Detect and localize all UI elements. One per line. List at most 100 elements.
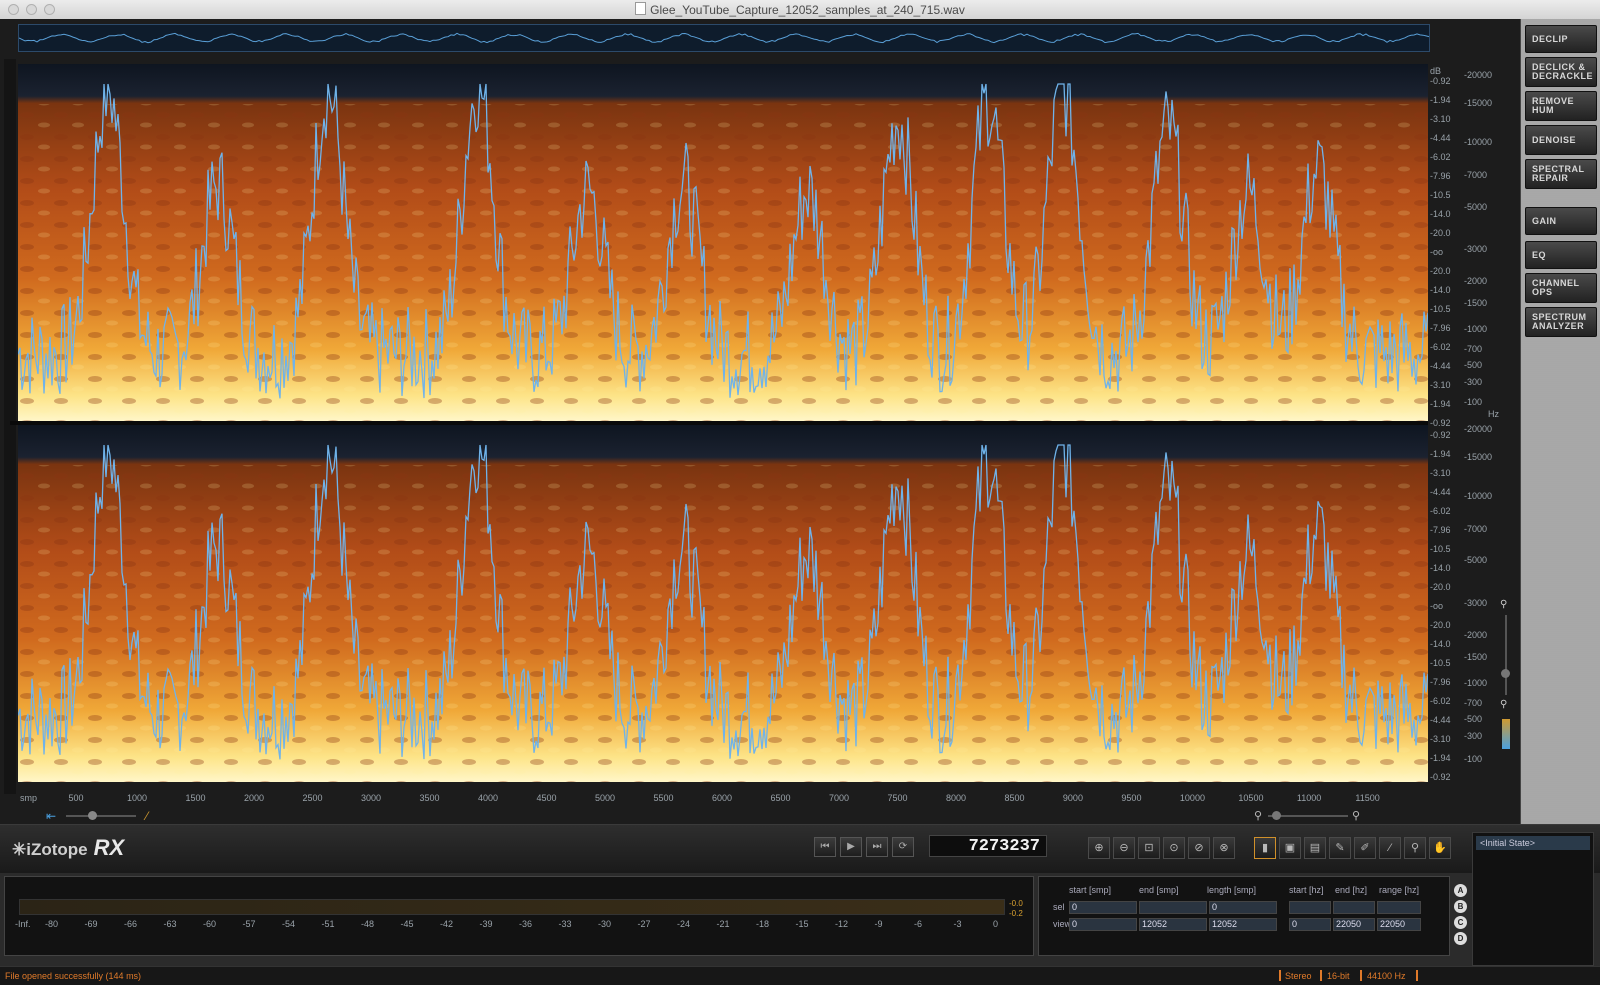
- hz-tick: -700: [1464, 698, 1483, 708]
- zoom-slider-handle[interactable]: [88, 811, 97, 820]
- x-axis-tick: 4500: [536, 793, 557, 803]
- zoom-freq-tool-icon[interactable]: ⊗: [1213, 837, 1235, 859]
- db-tick: -6.02: [1430, 152, 1451, 162]
- snapshot-b-button[interactable]: B: [1454, 900, 1467, 913]
- sel-cell[interactable]: [1139, 901, 1207, 914]
- meter-scale-tick: -39: [479, 919, 493, 929]
- zoom-in-horizontal-icon[interactable]: ⚲: [1352, 809, 1360, 822]
- meter-scale-tick: -6: [914, 919, 923, 929]
- hz-tick: -500: [1464, 714, 1483, 724]
- snapshot-buttons: A B C D: [1454, 884, 1468, 948]
- play-button[interactable]: ▶: [840, 837, 862, 857]
- view-cell[interactable]: 0: [1289, 918, 1331, 931]
- x-axis-tick: 5000: [594, 793, 615, 803]
- spectrogram-channel-right[interactable]: [18, 425, 1428, 782]
- meter-scale-tick: -Inf.: [15, 919, 31, 929]
- gain-button[interactable]: GAIN: [1525, 207, 1597, 235]
- db-tick: -20.0: [1430, 228, 1451, 238]
- history-panel: <Initial State>: [1472, 832, 1594, 966]
- hz-tick: -10000: [1464, 137, 1493, 147]
- hand-tool-icon[interactable]: ✋: [1429, 837, 1451, 859]
- header-end-smp: end [smp]: [1139, 885, 1179, 895]
- snapshot-d-button[interactable]: D: [1454, 932, 1467, 945]
- play-selection-button[interactable]: ⏭: [866, 837, 888, 857]
- meter-scale-tick: -60: [203, 919, 217, 929]
- peak-top: -0.0: [1009, 899, 1023, 908]
- scroll-left-icon[interactable]: ⇤: [46, 809, 56, 823]
- hz-tick: -300: [1464, 377, 1483, 387]
- db-tick: -3.10: [1430, 380, 1451, 390]
- view-cell[interactable]: 0: [1069, 918, 1137, 931]
- channel-ops-button[interactable]: CHANNEL OPS: [1525, 273, 1597, 303]
- view-cell[interactable]: 12052: [1209, 918, 1277, 931]
- channel-gutter[interactable]: [4, 59, 16, 794]
- brush-tool-icon[interactable]: ✐: [1354, 837, 1376, 859]
- zoom-out-tool-icon[interactable]: ⊖: [1113, 837, 1135, 859]
- wand-tool-icon[interactable]: ⁄: [1379, 837, 1401, 859]
- hz-tick: -100: [1464, 754, 1483, 764]
- db-tick: -4.44: [1430, 361, 1451, 371]
- meter-scale: -Inf. -80 -69 -66 -63 -60 -57 -54 -51 -48 -45 -42 -3…: [15, 919, 1005, 931]
- declip-button[interactable]: DECLIP: [1525, 25, 1597, 53]
- sel-cell[interactable]: [1333, 901, 1375, 914]
- skip-back-button[interactable]: ⏮: [814, 837, 836, 857]
- db-tick: -14.0: [1430, 285, 1451, 295]
- denoise-button[interactable]: DENOISE: [1525, 125, 1597, 155]
- eq-button[interactable]: EQ: [1525, 241, 1597, 269]
- declick-decrackle-button[interactable]: DECLICK & DECRACKLE: [1525, 57, 1597, 87]
- freq-select-tool-icon[interactable]: ▤: [1304, 837, 1326, 859]
- lasso-tool-icon[interactable]: ✎: [1329, 837, 1351, 859]
- color-range-icon[interactable]: [1502, 719, 1510, 749]
- db-tick: -3.10: [1430, 468, 1451, 478]
- meter-scale-tick: -54: [282, 919, 296, 929]
- db-tick: -1.94: [1430, 449, 1451, 459]
- sel-cell[interactable]: 0: [1209, 901, 1277, 914]
- loop-button[interactable]: ⟳: [892, 837, 914, 857]
- logo-star-icon: ✳: [12, 840, 27, 859]
- spectrogram-channel-left[interactable]: [18, 64, 1428, 421]
- x-axis-tick: 7000: [828, 793, 849, 803]
- vertical-zoom-out-icon[interactable]: ⚲: [1500, 699, 1507, 710]
- meter-scale-tick: -9: [874, 919, 883, 929]
- view-cell[interactable]: 22050: [1377, 918, 1421, 931]
- db-tick: -10.5: [1430, 190, 1451, 200]
- db-tick: -oo: [1430, 247, 1444, 257]
- sel-cell[interactable]: [1377, 901, 1421, 914]
- vertical-zoom-handle[interactable]: [1501, 669, 1510, 678]
- x-axis-tick: 8000: [945, 793, 966, 803]
- meter-scale-tick: -27: [637, 919, 651, 929]
- zoom-in-tool-icon[interactable]: ⊕: [1088, 837, 1110, 859]
- time-select-tool-icon[interactable]: ▮: [1254, 837, 1276, 859]
- sel-cell[interactable]: 0: [1069, 901, 1137, 914]
- magnify-tool-icon[interactable]: ⚲: [1404, 837, 1426, 859]
- zoom-out-horizontal-icon[interactable]: ⚲: [1254, 809, 1262, 822]
- snapshot-a-button[interactable]: A: [1454, 884, 1467, 897]
- remove-hum-button[interactable]: REMOVE HUM: [1525, 91, 1597, 121]
- waveform-overview[interactable]: [18, 24, 1430, 52]
- hz-tick: -2000: [1464, 630, 1488, 640]
- spectrum-analyzer-button[interactable]: SPECTRUM ANALYZER: [1525, 307, 1597, 337]
- zoom-fit-tool-icon[interactable]: ⊡: [1138, 837, 1160, 859]
- zoom-slider-track[interactable]: [66, 815, 136, 817]
- x-axis-tick: 3500: [419, 793, 440, 803]
- time-axis[interactable]: smp 500 1000 1500 2000 2500 3000 3500 4000 4500 50…: [18, 791, 1428, 807]
- history-item-initial[interactable]: <Initial State>: [1476, 836, 1590, 850]
- view-cell[interactable]: 12052: [1139, 918, 1207, 931]
- pencil-icon[interactable]: ⁄: [146, 809, 148, 823]
- vertical-zoom-track[interactable]: [1505, 615, 1507, 695]
- spectral-repair-button[interactable]: SPECTRAL REPAIR: [1525, 159, 1597, 189]
- meter-scale-tick: -12: [835, 919, 849, 929]
- zoom-sel-tool-icon[interactable]: ⊙: [1163, 837, 1185, 859]
- sel-cell[interactable]: [1289, 901, 1331, 914]
- horizontal-zoom-handle[interactable]: [1272, 811, 1281, 820]
- db-tick: -20.0: [1430, 266, 1451, 276]
- window-title-text: Glee_YouTube_Capture_12052_samples_at_24…: [650, 3, 965, 17]
- zoom-time-tool-icon[interactable]: ⊘: [1188, 837, 1210, 859]
- vertical-zoom-in-icon[interactable]: ⚲: [1500, 599, 1507, 610]
- db-tick: -6.02: [1430, 696, 1451, 706]
- snapshot-c-button[interactable]: C: [1454, 916, 1467, 929]
- view-cell[interactable]: 22050: [1333, 918, 1375, 931]
- x-axis-unit: smp: [20, 793, 38, 803]
- meter-scale-tick: -63: [163, 919, 177, 929]
- rect-select-tool-icon[interactable]: ▣: [1279, 837, 1301, 859]
